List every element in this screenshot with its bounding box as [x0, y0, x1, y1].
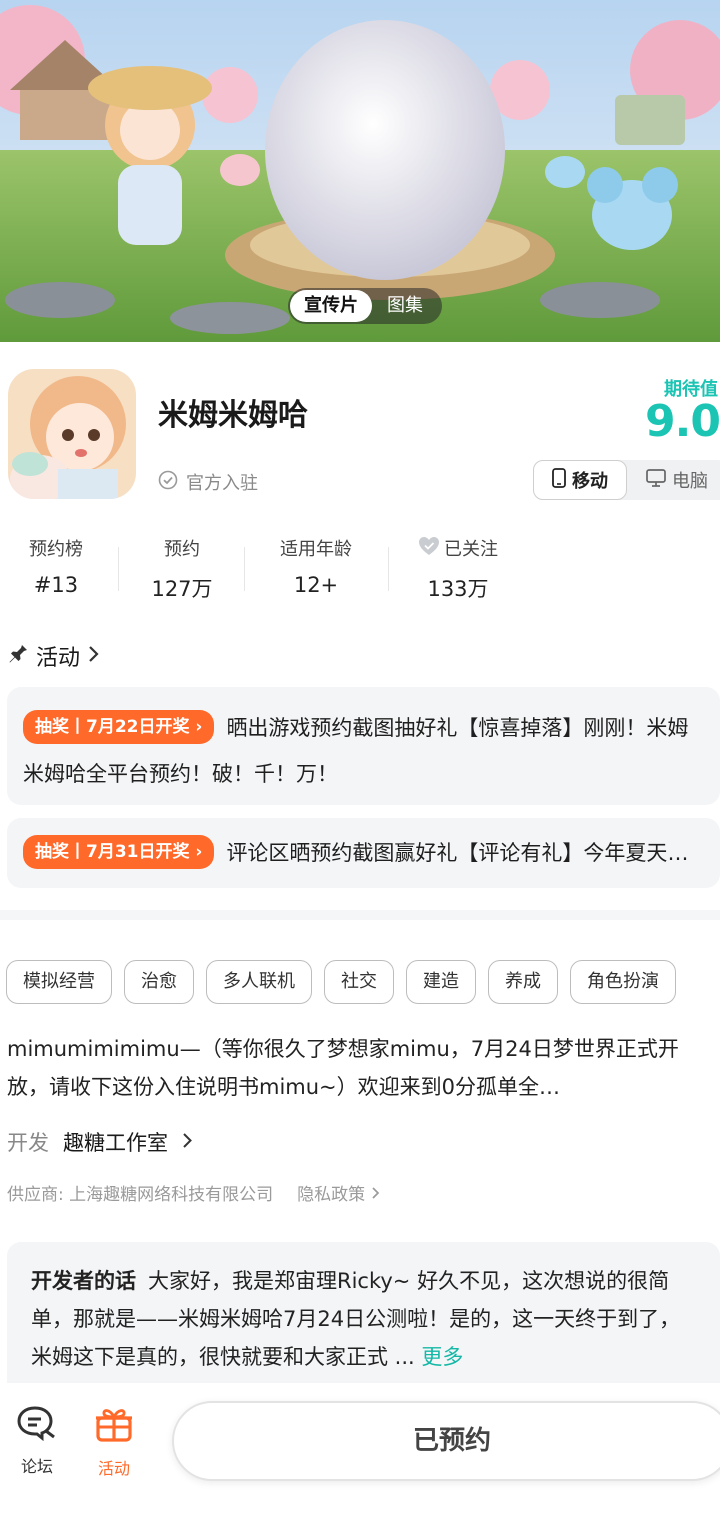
monitor-icon: [646, 468, 666, 492]
tag-chip[interactable]: 建造: [406, 960, 476, 1004]
phone-icon: [552, 467, 566, 493]
activity-card-text: 评论区晒预约截图赢好礼【评论有礼】今年夏天你最想和谁一起玩米姆米姆哈: [226, 841, 704, 865]
stat-age-label: 适用年龄: [280, 539, 352, 560]
gift-icon: [94, 1409, 134, 1447]
platform-switch[interactable]: 移动 电脑: [533, 460, 720, 500]
stat-reservations-value: 127万: [151, 577, 213, 601]
heart-check-icon: [418, 536, 440, 561]
stat-divider: [388, 547, 389, 591]
supplier-text: 供应商: 上海趣糖网络科技有限公司: [7, 1185, 274, 1205]
stat-follow-label: 已关注: [444, 539, 498, 560]
stat-reservations: 预约 127万: [140, 535, 224, 603]
stat-rank[interactable]: 预约榜 #13: [16, 535, 96, 597]
developer-words-title: 开发者的话: [31, 1269, 136, 1293]
stat-divider: [244, 547, 245, 591]
forum-icon: [16, 1406, 58, 1445]
platform-pc-label: 电脑: [672, 471, 708, 492]
supplier-row: 供应商: 上海趣糖网络科技有限公司 隐私政策: [7, 1180, 381, 1205]
developer-words-card[interactable]: 开发者的话 大家好，我是郑宙理Ricky~ 好久不见，这次想说的很简单，那就是——…: [7, 1242, 720, 1392]
developer-key: 开发: [7, 1131, 49, 1155]
stat-divider: [118, 547, 119, 591]
stat-follow-value: 133万: [427, 577, 489, 601]
tag-chip[interactable]: 角色扮演: [570, 960, 676, 1004]
tab-promo-video[interactable]: 宣传片: [290, 290, 372, 322]
chevron-right-icon: [182, 1130, 193, 1154]
nav-activity-label: 活动: [97, 1459, 130, 1478]
tag-chip[interactable]: 多人联机: [206, 960, 312, 1004]
privacy-policy-link[interactable]: 隐私政策: [297, 1180, 380, 1205]
game-title: 米姆米姆哈: [158, 398, 308, 433]
chevron-right-icon: [371, 1187, 379, 1199]
tag-chip[interactable]: 模拟经营: [6, 960, 112, 1004]
official-badge: 官方入驻: [158, 469, 258, 495]
platform-mobile-label: 移动: [572, 471, 608, 492]
developer-row[interactable]: 开发 趣糖工作室: [7, 1127, 193, 1157]
media-tab-switch[interactable]: 宣传片 图集: [288, 288, 442, 324]
nav-activity[interactable]: 活动: [84, 1405, 144, 1479]
tag-list: 模拟经营 治愈 多人联机 社交 建造 养成 角色扮演: [6, 960, 676, 1004]
chevron-right-icon: [88, 644, 100, 669]
tag-chip[interactable]: 养成: [488, 960, 558, 1004]
more-link[interactable]: 更多: [421, 1345, 463, 1369]
stat-rank-value: #13: [33, 573, 79, 597]
bottom-action-bar: 论坛 活动 已预约: [0, 1383, 720, 1525]
game-description[interactable]: mimumimimimu—（等你很久了梦想家mimu，7月24日梦世界正式开放，…: [7, 1030, 713, 1106]
expectation-score: 9.0: [645, 396, 720, 447]
nav-forum[interactable]: 论坛: [7, 1405, 67, 1477]
lottery-badge: 抽奖丨7月22日开奖 ›: [23, 710, 215, 744]
activity-section-header[interactable]: 活动: [8, 640, 100, 672]
stat-reservations-label: 预约: [164, 539, 200, 560]
section-divider: [0, 910, 720, 920]
developer-name: 趣糖工作室: [63, 1131, 168, 1155]
reserved-button[interactable]: 已预约: [172, 1401, 720, 1481]
activity-card[interactable]: 抽奖丨7月31日开奖 › 评论区晒预约截图赢好礼【评论有礼】今年夏天你最想和谁一起…: [7, 818, 720, 888]
platform-mobile[interactable]: 移动: [533, 460, 627, 500]
stats-row: 预约榜 #13 预约 127万 适用年龄 12+ 已关注 133万: [0, 535, 720, 605]
nav-forum-label: 论坛: [20, 1457, 53, 1476]
platform-pc[interactable]: 电脑: [627, 460, 720, 500]
banner-video[interactable]: 宣传片 图集: [0, 0, 720, 342]
pin-icon: [8, 642, 28, 670]
tag-chip[interactable]: 治愈: [124, 960, 194, 1004]
stat-age[interactable]: 适用年龄 12+: [266, 535, 366, 597]
activity-title: 活动: [36, 646, 81, 671]
stat-rank-label: 预约榜: [29, 539, 83, 560]
verified-check-icon: [158, 470, 178, 495]
tab-gallery[interactable]: 图集: [372, 290, 438, 322]
lottery-badge: 抽奖丨7月31日开奖 ›: [23, 835, 215, 869]
stat-age-value: 12+: [293, 573, 339, 597]
tag-chip[interactable]: 社交: [324, 960, 394, 1004]
official-label: 官方入驻: [186, 473, 258, 494]
stat-follow[interactable]: 已关注 133万: [412, 535, 504, 603]
game-app-icon: [8, 369, 136, 499]
activity-card[interactable]: 抽奖丨7月22日开奖 › 晒出游戏预约截图抽好礼【惊喜掉落】刚刚！米姆米姆哈全平台…: [7, 687, 720, 805]
